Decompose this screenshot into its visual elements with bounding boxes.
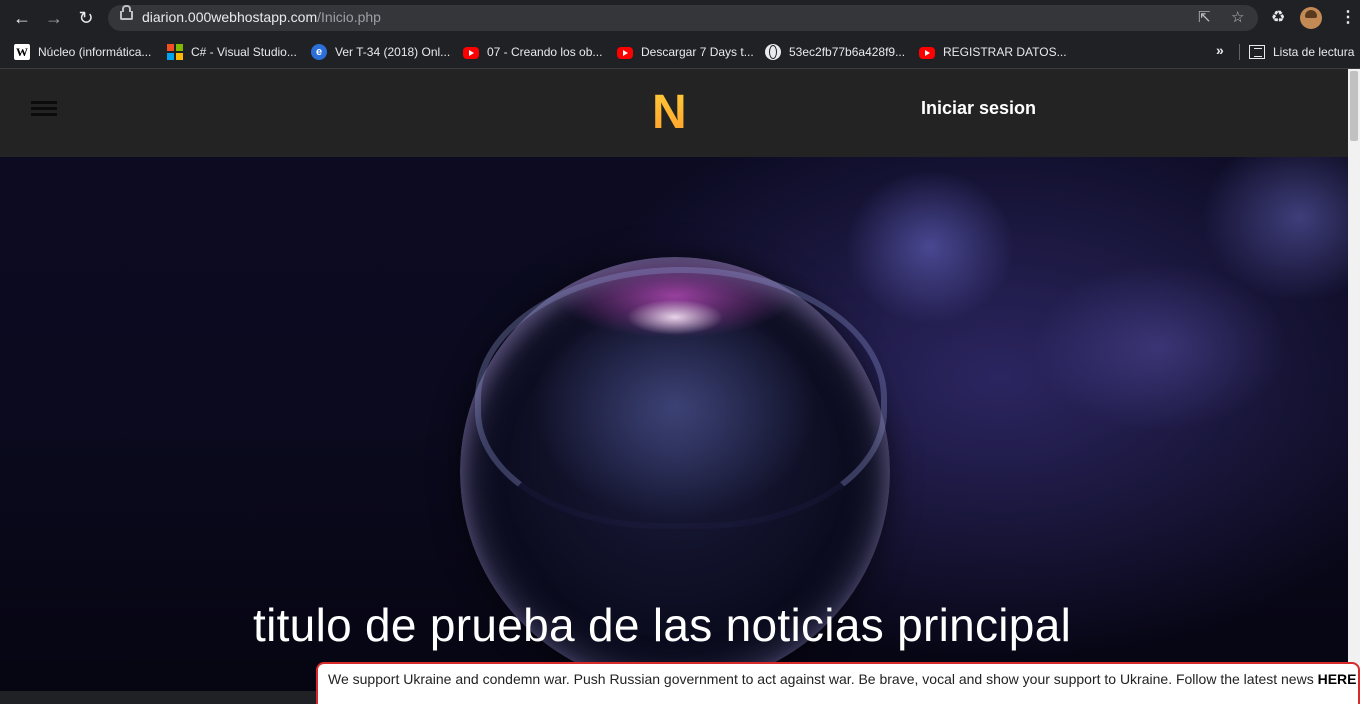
reload-icon[interactable]: ↻ — [76, 8, 96, 28]
banner-text: We support Ukraine and condemn war. Push… — [328, 671, 1357, 687]
bookmark-item[interactable]: REGISTRAR DATOS... — [919, 42, 1067, 62]
extensions-icon[interactable]: ♻ — [1271, 8, 1285, 28]
profile-avatar[interactable] — [1300, 7, 1322, 29]
site-logo[interactable]: N — [652, 83, 687, 143]
hero-title[interactable]: titulo de prueba de las noticias princip… — [253, 597, 1071, 653]
bookmark-label: 07 - Creando los ob... — [487, 45, 603, 59]
browser-toolbar: ← → ↻ diarion.000webhostapp.com/Inicio.p… — [0, 0, 1360, 36]
youtube-icon — [617, 47, 633, 59]
microsoft-icon — [167, 44, 183, 60]
bookmark-label: 53ec2fb77b6a428f9... — [789, 45, 906, 59]
menu-icon[interactable]: ⋮ — [1340, 8, 1356, 28]
bookmark-item[interactable]: W Núcleo (informática... — [14, 42, 151, 62]
bookmark-label: REGISTRAR DATOS... — [943, 45, 1067, 59]
hamburger-menu-icon[interactable] — [31, 101, 57, 119]
bookmark-item[interactable]: C# - Visual Studio... — [167, 42, 297, 62]
bookmarks-overflow-button[interactable]: » — [1216, 42, 1224, 58]
login-link[interactable]: Iniciar sesion — [921, 98, 1036, 119]
scrollbar-thumb[interactable] — [1350, 71, 1358, 141]
address-bar[interactable]: diarion.000webhostapp.com/Inicio.php ⇱ ☆ — [108, 5, 1258, 31]
reading-list-button[interactable]: Lista de lectura — [1249, 42, 1354, 62]
bookmarks-bar: W Núcleo (informática... C# - Visual Stu… — [0, 36, 1360, 69]
url-path: /Inicio.php — [317, 9, 381, 25]
site-icon: e — [311, 44, 327, 60]
bookmarks-divider — [1239, 44, 1240, 60]
wikipedia-icon: W — [14, 44, 30, 60]
bookmark-item[interactable]: 07 - Creando los ob... — [463, 42, 602, 62]
bookmark-label: Núcleo (informática... — [38, 45, 152, 59]
banner-message: We support Ukraine and condemn war. Push… — [328, 671, 1318, 687]
ukraine-support-banner: We support Ukraine and condemn war. Push… — [316, 662, 1360, 704]
bookmark-label: Ver T-34 (2018) Onl... — [335, 45, 451, 59]
forward-icon[interactable]: → — [44, 8, 64, 28]
web-page: N Iniciar sesion titulo de prueba de las… — [0, 69, 1348, 691]
bookmark-item[interactable]: 53ec2fb77b6a428f9... — [765, 42, 905, 62]
reading-list-icon — [1249, 45, 1265, 59]
bookmark-item[interactable]: e Ver T-34 (2018) Onl... — [311, 42, 450, 62]
banner-link[interactable]: HERE — [1318, 671, 1357, 687]
page-scrollbar[interactable] — [1348, 69, 1360, 691]
reading-list-label: Lista de lectura — [1273, 45, 1355, 59]
bookmark-label: C# - Visual Studio... — [191, 45, 297, 59]
back-icon[interactable]: ← — [12, 8, 32, 28]
site-header: N Iniciar sesion — [0, 69, 1348, 157]
hero-image-reflection — [475, 267, 887, 529]
bookmark-item[interactable]: Descargar 7 Days t... — [617, 42, 754, 62]
url-text[interactable]: diarion.000webhostapp.com/Inicio.php — [142, 9, 381, 25]
url-domain: diarion.000webhostapp.com — [142, 9, 318, 25]
youtube-icon — [463, 47, 479, 59]
lock-icon[interactable] — [120, 5, 133, 20]
bookmark-label: Descargar 7 Days t... — [641, 45, 754, 59]
share-icon[interactable]: ⇱ — [1198, 8, 1211, 26]
hero-banner[interactable]: titulo de prueba de las noticias princip… — [0, 157, 1348, 691]
star-icon[interactable]: ☆ — [1231, 8, 1244, 26]
globe-icon — [765, 44, 781, 60]
youtube-icon — [919, 47, 935, 59]
